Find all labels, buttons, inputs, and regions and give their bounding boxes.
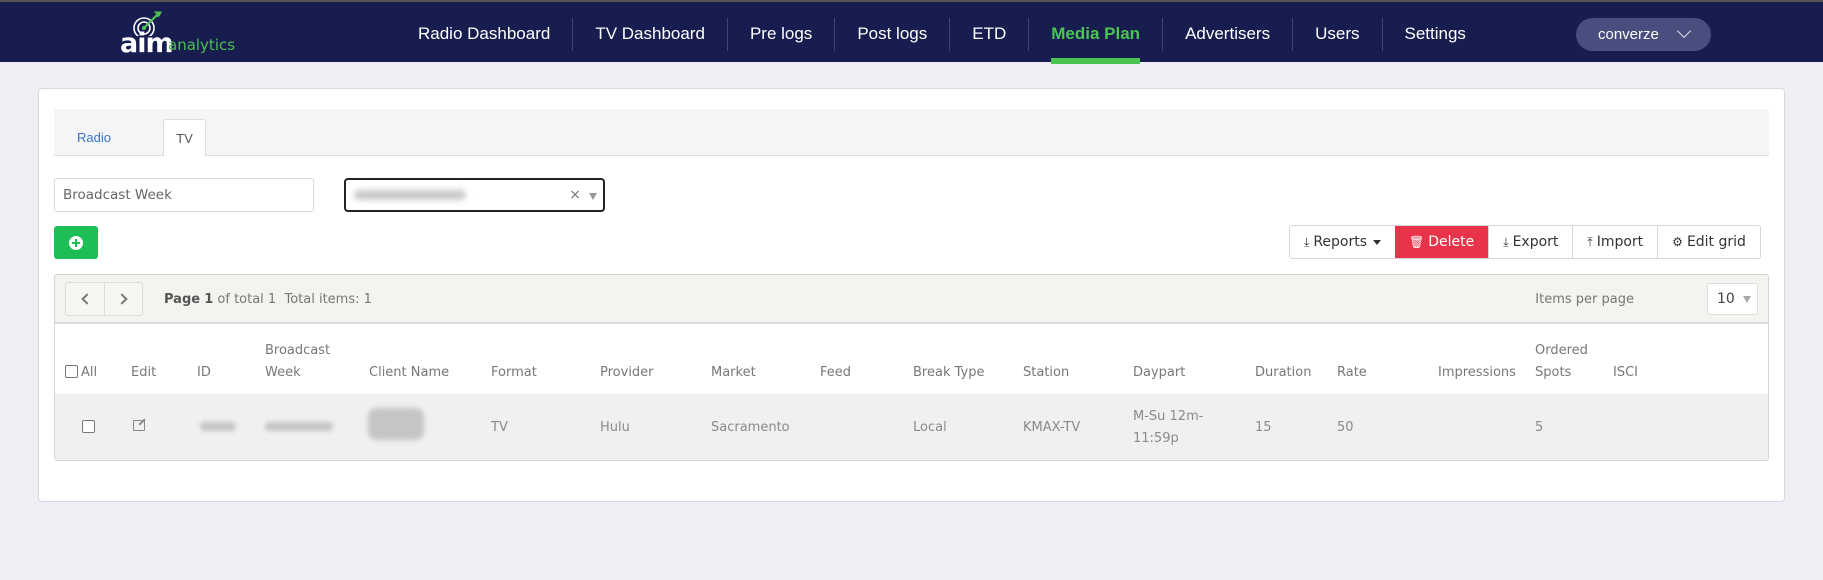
row-rate: 50 xyxy=(1337,420,1354,435)
total-items: Total items: 1 xyxy=(284,292,372,307)
col-market[interactable]: Market xyxy=(711,362,756,384)
col-break-type[interactable]: Break Type xyxy=(913,362,984,384)
client-select[interactable]: × xyxy=(344,178,605,212)
nav-media-plan[interactable]: Media Plan xyxy=(1029,4,1162,64)
col-station[interactable]: Station xyxy=(1023,362,1069,384)
col-format[interactable]: Format xyxy=(491,362,537,384)
row-market: Sacramento xyxy=(711,420,790,435)
trash-icon: 🗑 xyxy=(1409,235,1425,249)
row-edit-cell xyxy=(133,417,145,439)
edit-grid-label: Edit grid xyxy=(1686,234,1746,250)
top-navbar: aim analytics Radio Dashboard TV Dashboa… xyxy=(0,2,1823,64)
row-daypart: M-Su 12m-11:59p xyxy=(1133,409,1204,446)
row-week-redacted xyxy=(265,417,333,439)
col-daypart[interactable]: Daypart xyxy=(1133,362,1185,384)
row-select-cell xyxy=(82,417,98,439)
download-icon: ⤓ xyxy=(1304,234,1310,249)
caret-down-icon xyxy=(1743,296,1751,303)
client-select-value-redacted xyxy=(354,190,466,200)
col-ordered-spots[interactable]: Ordered Spots xyxy=(1535,340,1605,384)
reports-button[interactable]: ⤓ Reports xyxy=(1290,226,1395,258)
tab-radio[interactable]: Radio xyxy=(60,119,128,156)
nav-pre-logs[interactable]: Pre logs xyxy=(728,4,834,64)
next-page-button[interactable] xyxy=(104,283,142,315)
items-per-page-select[interactable]: 10 xyxy=(1707,283,1758,315)
col-client-name[interactable]: Client Name xyxy=(369,362,449,384)
nav-radio-dashboard[interactable]: Radio Dashboard xyxy=(396,4,572,64)
logo-suffix: analytics xyxy=(168,36,236,54)
nav-settings[interactable]: Settings xyxy=(1383,4,1488,64)
col-id[interactable]: ID xyxy=(197,362,211,384)
export-button[interactable]: ⤓ Export xyxy=(1488,226,1572,258)
col-provider[interactable]: Provider xyxy=(600,362,654,384)
col-rate[interactable]: Rate xyxy=(1337,362,1367,384)
delete-button[interactable]: 🗑 Delete xyxy=(1395,226,1489,258)
logo-brand: aim xyxy=(120,28,174,59)
row-ordered-spots: 5 xyxy=(1535,420,1544,435)
col-select-all[interactable]: All xyxy=(65,362,97,384)
nav-advertisers[interactable]: Advertisers xyxy=(1163,4,1292,64)
chevron-down-icon xyxy=(1676,23,1692,39)
actions-button-group: ⤓ Reports 🗑 Delete ⤓ Export ⤒ Import ⚙ E… xyxy=(1289,225,1761,259)
chevron-left-icon xyxy=(81,293,93,305)
table-row: TV Hulu Sacramento Local KMAX-TV M-Su 12… xyxy=(55,394,1768,460)
user-menu[interactable]: converze xyxy=(1576,18,1711,51)
col-impressions[interactable]: Impressions xyxy=(1438,362,1516,384)
chevron-right-icon xyxy=(115,293,128,305)
select-all-checkbox[interactable] xyxy=(65,365,78,378)
col-edit: Edit xyxy=(131,365,157,380)
tab-tv[interactable]: TV xyxy=(163,119,206,157)
main-nav: Radio Dashboard TV Dashboard Pre logs Po… xyxy=(396,4,1488,64)
caret-down-icon xyxy=(1373,239,1382,245)
table-header: All Edit ID Broadcast Week Client Name F… xyxy=(55,326,1768,394)
col-feed[interactable]: Feed xyxy=(820,362,851,384)
page-word: Page xyxy=(164,292,201,307)
nav-post-logs[interactable]: Post logs xyxy=(835,4,949,64)
aim-analytics-logo[interactable]: aim analytics xyxy=(118,10,258,59)
import-button[interactable]: ⤒ Import xyxy=(1572,226,1657,258)
import-label: Import xyxy=(1596,234,1644,250)
nav-tv-dashboard[interactable]: TV Dashboard xyxy=(573,4,727,64)
items-per-page-label: Items per page xyxy=(1535,292,1634,307)
broadcast-week-input[interactable]: Broadcast Week xyxy=(54,178,314,212)
media-plan-grid: Page 1 of total 1 Total items: 1 Items p… xyxy=(54,274,1769,461)
page-total: of total 1 xyxy=(217,292,277,307)
col-broadcast-week[interactable]: Broadcast Week xyxy=(265,340,345,384)
edit-icon[interactable] xyxy=(133,420,145,431)
download-icon: ⤓ xyxy=(1503,234,1509,249)
pager-bar: Page 1 of total 1 Total items: 1 Items p… xyxy=(55,275,1768,324)
add-media-plan-button[interactable] xyxy=(54,226,98,259)
row-provider: Hulu xyxy=(600,420,630,435)
gears-icon: ⚙ xyxy=(1672,235,1683,249)
row-client-redacted xyxy=(368,408,424,448)
row-checkbox[interactable] xyxy=(82,420,95,433)
row-format: TV xyxy=(491,420,508,435)
export-label: Export xyxy=(1512,234,1559,250)
pager-buttons xyxy=(65,282,143,316)
row-duration: 15 xyxy=(1255,420,1272,435)
reports-label: Reports xyxy=(1313,234,1368,250)
clear-icon[interactable]: × xyxy=(569,187,581,203)
page-info: Page 1 of total 1 Total items: 1 xyxy=(164,292,372,307)
prev-page-button[interactable] xyxy=(66,283,104,315)
edit-grid-button[interactable]: ⚙ Edit grid xyxy=(1657,226,1760,258)
delete-label: Delete xyxy=(1428,234,1475,250)
media-plan-card: Radio TV Broadcast Week × ⤓ Reports 🗑 De… xyxy=(38,88,1785,502)
select-all-label: All xyxy=(81,365,98,380)
page-number: 1 xyxy=(204,292,214,307)
row-id-redacted xyxy=(200,417,236,439)
upload-icon: ⤒ xyxy=(1587,234,1593,249)
caret-down-icon xyxy=(589,193,597,200)
col-duration[interactable]: Duration xyxy=(1255,362,1311,384)
row-station: KMAX-TV xyxy=(1023,420,1081,435)
items-per-page-value: 10 xyxy=(1717,291,1735,307)
user-name: converze xyxy=(1598,26,1659,43)
plus-circle-icon xyxy=(69,235,83,250)
nav-etd[interactable]: ETD xyxy=(950,4,1028,64)
nav-users[interactable]: Users xyxy=(1293,4,1381,64)
media-type-tabs: Radio TV xyxy=(54,109,1769,157)
col-isci[interactable]: ISCI xyxy=(1613,362,1638,384)
row-break-type: Local xyxy=(913,420,947,435)
